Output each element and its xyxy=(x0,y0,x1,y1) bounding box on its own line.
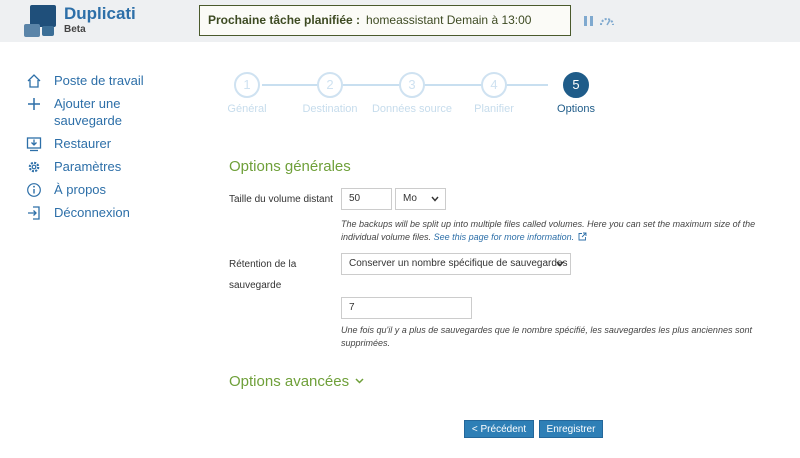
volume-size-label: Taille du volume distant xyxy=(229,194,333,205)
logout-icon xyxy=(26,205,42,221)
step-number: 2 xyxy=(317,72,343,98)
retention-help: Une fois qu'il y a plus de sauvegardes q… xyxy=(341,325,752,348)
sidebar-item-label: À propos xyxy=(54,182,107,197)
retention-label-line1: Rétention de la xyxy=(229,259,297,270)
next-task-value: homeassistant Demain à 13:00 xyxy=(366,13,532,27)
sidebar-item-label: Restaurer xyxy=(54,136,112,151)
home-icon xyxy=(26,73,42,89)
throttle-icon[interactable] xyxy=(599,14,615,26)
external-link-icon[interactable] xyxy=(578,232,587,241)
sidebar-item-label: Ajouter une sauvegarde xyxy=(54,96,122,128)
wizard-step-schedule[interactable]: 4 Planifier xyxy=(474,70,514,115)
sidebar-item-add-backup[interactable]: Ajouter une sauvegarde xyxy=(24,95,184,129)
pause-icon[interactable] xyxy=(584,16,593,26)
save-button[interactable]: Enregistrer xyxy=(539,420,603,438)
restore-icon xyxy=(26,136,42,152)
sidebar-item-settings[interactable]: Paramètres xyxy=(24,158,184,175)
sidebar-item-label: Poste de travail xyxy=(54,73,144,88)
top-header: Duplicati Beta Prochaine tâche planifiée… xyxy=(0,0,800,42)
wizard-steps: 1 Général 2 Destination 3 Données source… xyxy=(227,70,608,120)
step-number: 3 xyxy=(399,72,425,98)
advanced-options-toggle[interactable]: Options avancées xyxy=(229,373,364,390)
sidebar-item-label: Paramètres xyxy=(54,159,122,174)
retention-label-line2: sauvegarde xyxy=(229,280,282,291)
step-label: Options xyxy=(557,103,595,115)
wizard-step-destination[interactable]: 2 Destination xyxy=(302,70,358,115)
step-label: Données source xyxy=(371,103,453,115)
retention-select[interactable]: Conserver un nombre spécifique de sauveg… xyxy=(341,253,571,275)
next-task-banner: Prochaine tâche planifiée : homeassistant… xyxy=(199,5,571,36)
chevron-down-icon xyxy=(556,261,564,267)
sidebar-item-about[interactable]: À propos xyxy=(24,181,184,198)
volume-size-help-link[interactable]: See this page for more information. xyxy=(434,232,575,242)
advanced-options-label: Options avancées xyxy=(229,373,350,390)
chevron-down-icon xyxy=(355,378,364,384)
wizard-step-options[interactable]: 5 Options xyxy=(557,70,595,115)
retention-count-input[interactable]: 7 xyxy=(341,297,472,319)
sidebar-item-restore[interactable]: Restaurer xyxy=(24,135,184,152)
volume-unit-value: Mo xyxy=(403,193,417,204)
app-name: Duplicati xyxy=(64,4,136,23)
volume-size-input[interactable]: 50 xyxy=(341,188,392,210)
step-number: 5 xyxy=(563,72,589,98)
general-options-title: Options générales xyxy=(229,158,351,175)
previous-button[interactable]: < Précédent xyxy=(464,420,534,438)
step-label: Destination xyxy=(302,103,358,115)
app-badge: Beta xyxy=(64,24,86,35)
wizard-step-source[interactable]: 3 Données source xyxy=(372,70,452,115)
step-label: Général xyxy=(227,103,267,115)
volume-unit-select[interactable]: Mo xyxy=(395,188,446,210)
sidebar-nav: Poste de travail Ajouter une sauvegarde … xyxy=(24,72,184,227)
wizard-step-general[interactable]: 1 Général xyxy=(227,70,267,115)
step-label: Planifier xyxy=(474,103,514,115)
plus-icon xyxy=(26,96,42,112)
info-icon xyxy=(26,182,42,198)
sidebar-item-logout[interactable]: Déconnexion xyxy=(24,204,184,221)
step-number: 4 xyxy=(481,72,507,98)
retention-select-value: Conserver un nombre spécifique de sauveg… xyxy=(349,258,568,269)
step-number: 1 xyxy=(234,72,260,98)
chevron-down-icon xyxy=(431,196,439,202)
sidebar-item-label: Déconnexion xyxy=(54,205,130,220)
sidebar-item-home[interactable]: Poste de travail xyxy=(24,72,184,89)
next-task-label: Prochaine tâche planifiée : xyxy=(208,13,361,27)
gear-icon xyxy=(26,159,42,175)
duplicati-logo[interactable] xyxy=(22,4,58,38)
volume-size-help: The backups will be split up into multip… xyxy=(341,218,786,244)
